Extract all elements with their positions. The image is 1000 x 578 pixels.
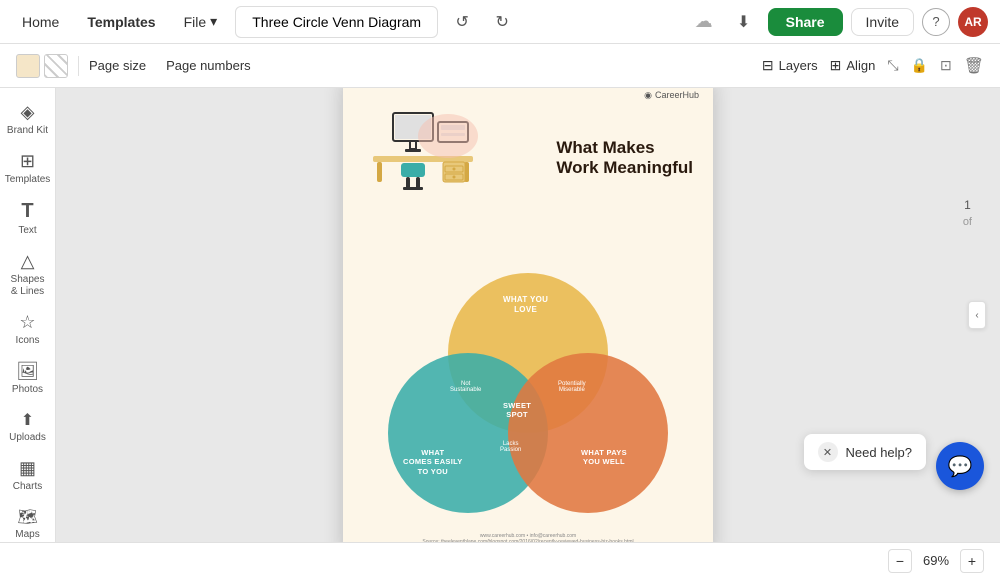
background-color-picker[interactable]	[16, 54, 40, 78]
document-title-input[interactable]	[235, 6, 438, 38]
align-icon: ⊞	[830, 57, 842, 74]
sidebar-item-label: Charts	[13, 481, 42, 493]
zoom-out-button[interactable]: −	[888, 549, 912, 573]
resize-icon[interactable]: ⤡	[887, 57, 898, 74]
invite-button[interactable]: Invite	[851, 8, 914, 36]
venn-label-lacks-passion: LacksPassion	[500, 441, 521, 453]
chevron-down-icon: ▾	[210, 13, 217, 30]
brand-kit-icon: ◈	[21, 102, 35, 123]
zoom-in-button[interactable]: +	[960, 549, 984, 573]
templates-icon: ⊞	[20, 151, 35, 172]
sidebar-item-label: Photos	[12, 384, 43, 396]
venn-label-orange: WHAT PAYSYOU WELL	[581, 448, 627, 468]
close-help-button[interactable]: ✕	[818, 442, 838, 462]
sidebar-item-templates[interactable]: ⊞ Templates	[3, 145, 53, 192]
chat-icon: 💬	[948, 454, 973, 479]
sidebar-item-label: Brand Kit	[7, 125, 48, 137]
sidebar-item-label: Icons	[16, 335, 40, 347]
icons-icon: ☆	[19, 312, 35, 333]
page-title: What Makes Work Meaningful	[556, 138, 693, 179]
desk-illustration	[363, 108, 493, 198]
logo-icon: ◉	[644, 90, 652, 101]
text-icon: T	[21, 200, 33, 223]
page-logo: ◉ CareerHub	[644, 90, 699, 101]
toolbar2-right: ⊟ Layers ⊞ Align ⤡ 🔒 ⊡ 🗑	[762, 56, 984, 76]
group-icon[interactable]: ⊡	[940, 57, 952, 74]
topbar: Home Templates File ▾ ↺ ↻ ☁ ⬇ Share Invi…	[0, 0, 1000, 44]
sidebar-item-label: Maps	[15, 529, 39, 541]
sidebar-item-icons[interactable]: ☆ Icons	[3, 306, 53, 353]
shapes-icon: △	[21, 251, 35, 272]
venn-label-teal: WHATCOMES EASILYTO YOU	[403, 448, 463, 477]
redo-button[interactable]: ↻	[486, 6, 518, 38]
sidebar-item-label: Text	[18, 225, 36, 237]
align-button[interactable]: ⊞ Align	[830, 57, 876, 74]
lock-icon[interactable]: 🔒	[911, 57, 928, 74]
venn-diagram: WHAT YOULOVE WHATCOMES EASILYTO YOU WHAT…	[388, 273, 668, 513]
sidebar-item-text[interactable]: T Text	[3, 194, 53, 243]
venn-label-sweet-spot: SWEETSPOT	[503, 401, 531, 421]
sidebar-item-uploads[interactable]: ⬆ Uploads	[3, 404, 53, 450]
home-nav[interactable]: Home	[12, 10, 69, 34]
sidebar-item-label: Uploads	[9, 432, 46, 444]
canvas-area[interactable]: ◉ CareerHub	[56, 88, 1000, 542]
download-button[interactable]: ⬇	[728, 6, 760, 38]
toolbar2: Page size Page numbers ⊟ Layers ⊞ Align …	[0, 44, 1000, 88]
share-button[interactable]: Share	[768, 8, 843, 36]
undo-button[interactable]: ↺	[446, 6, 478, 38]
sidebar-item-photos[interactable]: 🖼 Photos	[3, 355, 53, 402]
venn-label-not-sustainable: NotSustainable	[450, 381, 481, 393]
chat-bubble-button[interactable]: 💬	[936, 442, 984, 490]
avatar[interactable]: AR	[958, 7, 988, 37]
page-size-label[interactable]: Page size	[89, 58, 146, 73]
delete-icon[interactable]: 🗑	[964, 56, 984, 76]
sidebar-item-label: Shapes & Lines	[7, 274, 49, 298]
page-indicator: 1 of	[963, 198, 972, 228]
chevron-left-icon: ‹	[975, 310, 978, 321]
templates-nav[interactable]: Templates	[77, 10, 165, 34]
need-help-label: Need help?	[846, 445, 913, 460]
venn-circle-orange	[508, 353, 668, 513]
sidebar-item-shapes[interactable]: △ Shapes & Lines	[3, 245, 53, 304]
page-footer: www.careerhub.com • info@careerhub.com S…	[343, 533, 713, 543]
maps-icon: 🗺	[17, 507, 37, 527]
bottom-bar: − 69% +	[0, 542, 1000, 578]
venn-label-yellow: WHAT YOULOVE	[503, 295, 548, 316]
logo-label: CareerHub	[655, 90, 699, 100]
uploads-icon: ⬆	[21, 410, 34, 430]
sidebar-item-brand-kit[interactable]: ◈ Brand Kit	[3, 96, 53, 143]
photos-icon: 🖼	[16, 361, 39, 382]
layers-button[interactable]: ⊟ Layers	[762, 57, 818, 74]
charts-icon: ▦	[19, 458, 36, 479]
zoom-level: 69%	[918, 553, 954, 568]
venn-label-potentially-miserable: PotentiallyMiserable	[558, 381, 586, 393]
sidebar-item-label: Templates	[5, 174, 51, 186]
main-layout: ◈ Brand Kit ⊞ Templates T Text △ Shapes …	[0, 88, 1000, 542]
page-numbers-label[interactable]: Page numbers	[166, 58, 251, 73]
file-menu[interactable]: File ▾	[174, 9, 228, 34]
cloud-save-icon: ☁	[688, 6, 720, 38]
need-help-tooltip: ✕ Need help?	[804, 434, 927, 470]
sidebar: ◈ Brand Kit ⊞ Templates T Text △ Shapes …	[0, 88, 56, 542]
sidebar-item-maps[interactable]: 🗺 Maps	[3, 501, 53, 542]
transparent-fill-picker[interactable]	[44, 54, 68, 78]
collapse-panel-button[interactable]: ‹	[968, 301, 986, 329]
sidebar-item-charts[interactable]: ▦ Charts	[3, 452, 53, 499]
help-button[interactable]: ?	[922, 8, 950, 36]
page-canvas: ◉ CareerHub	[343, 88, 713, 542]
separator	[78, 56, 79, 76]
layers-icon: ⊟	[762, 57, 774, 74]
